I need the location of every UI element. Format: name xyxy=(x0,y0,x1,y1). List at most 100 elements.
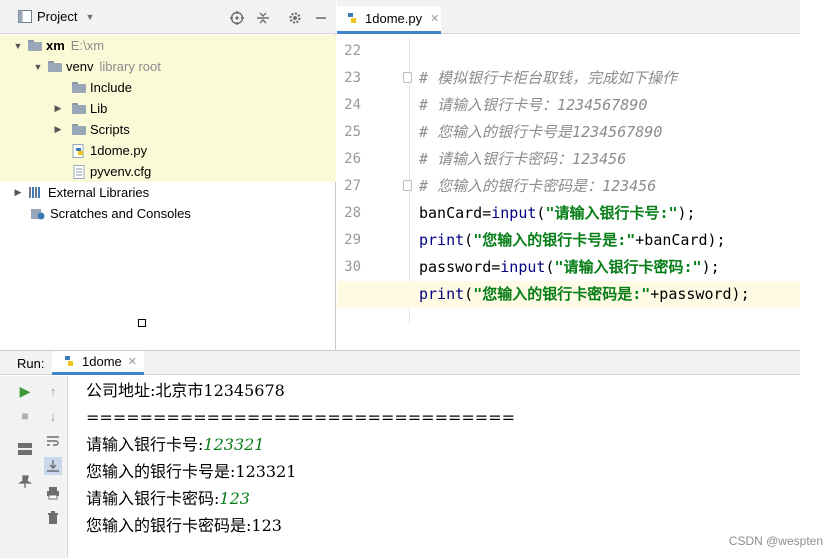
folder-icon xyxy=(72,103,86,114)
tree-item-label: Scripts xyxy=(90,122,130,137)
code-paren: ( xyxy=(464,285,474,303)
console-prompt: 请输入银行卡号: xyxy=(86,435,204,454)
run-tab-1dome[interactable]: 1dome ✕ xyxy=(52,351,144,375)
trash-icon[interactable] xyxy=(44,509,62,527)
tree-item-external-libraries[interactable]: ▶ External Libraries xyxy=(0,182,150,203)
close-icon[interactable]: ✕ xyxy=(430,12,439,25)
folder-icon xyxy=(48,61,62,72)
project-header: Project ▼ xyxy=(0,0,336,34)
tree-item-scratches[interactable]: Scratches and Consoles xyxy=(0,203,191,224)
code-paren: ( xyxy=(464,231,474,249)
code-line-27: # 您输入的银行卡密码是：123456 xyxy=(419,173,656,200)
tree-item-scripts[interactable]: ▶ Scripts xyxy=(0,119,336,140)
editor-tab-bar: 1dome.py ✕ xyxy=(337,0,800,34)
tree-item-note: library root xyxy=(99,59,161,74)
close-icon[interactable]: ✕ xyxy=(128,355,137,368)
code-string: "请输入银行卡号:" xyxy=(545,204,678,222)
code-comment: # 请输入银行卡号：1234567890 xyxy=(419,96,648,114)
line-number: 30 xyxy=(344,259,361,275)
tree-item-venv[interactable]: ▼ venv library root xyxy=(0,56,336,77)
code-line-28: banCard=input("请输入银行卡号:"); xyxy=(419,200,696,227)
line-number: 22 xyxy=(344,43,361,59)
stop-icon[interactable]: ■ xyxy=(16,407,34,425)
console-separator: ================================ xyxy=(86,408,515,427)
code-editor: 1dome.py ✕ 22 23 24 25 26 27 28 29 30 31… xyxy=(337,0,800,350)
run-side-strip xyxy=(0,376,8,558)
line-number: 28 xyxy=(344,205,361,221)
tree-item-label: xm xyxy=(46,38,65,53)
line-number: 27 xyxy=(344,178,361,194)
locate-icon[interactable] xyxy=(229,10,245,26)
tree-item-1dome-py[interactable]: 1dome.py xyxy=(0,140,336,161)
project-title: Project xyxy=(37,9,78,24)
pin-icon[interactable] xyxy=(16,473,34,491)
project-view-selector[interactable]: Project ▼ xyxy=(18,9,94,24)
console-user-input: 123 xyxy=(219,489,250,508)
gear-icon[interactable] xyxy=(287,10,303,26)
console-line: 您输入的银行卡号是:123321 xyxy=(86,462,297,481)
code-string: "您输入的银行卡号是:" xyxy=(473,231,636,249)
code-comment: # 您输入的银行卡号是1234567890 xyxy=(419,123,663,141)
chevron-right-icon: ▶ xyxy=(54,103,62,113)
code-line-29: print("您输入的银行卡号是:"+banCard); xyxy=(419,227,726,254)
code-rest: +password); xyxy=(650,285,750,303)
code-variable: password= xyxy=(419,258,501,276)
folder-icon xyxy=(72,124,86,135)
code-line-25: # 您输入的银行卡号是1234567890 xyxy=(419,119,662,146)
code-builtin: print xyxy=(419,285,465,303)
run-tab-label: 1dome xyxy=(82,354,122,369)
tree-item-label: Include xyxy=(90,80,132,95)
code-line-30: password=input("请输入银行卡密码:"); xyxy=(419,254,720,281)
tree-item-path: E:\xm xyxy=(70,38,105,53)
run-header: Run: 1dome ✕ xyxy=(0,350,800,375)
tree-item-xm[interactable]: ▼ xm E:\xm xyxy=(0,35,336,56)
run-toolbar: ▶ ↑ ■ ↓ xyxy=(8,376,68,558)
tree-item-pyvenv-cfg[interactable]: pyvenv.cfg xyxy=(0,161,336,182)
console-line: 您输入的银行卡密码是:123 xyxy=(86,516,282,535)
tree-item-lib[interactable]: ▶ Lib xyxy=(0,98,336,119)
tree-item-include[interactable]: Include xyxy=(0,77,336,98)
code-rest: +banCard); xyxy=(635,231,726,249)
chevron-down-icon: ▼ xyxy=(85,11,95,22)
arrow-down-icon[interactable]: ↓ xyxy=(44,407,62,425)
run-console[interactable]: 公司地址:北京市12345678 =======================… xyxy=(69,376,800,558)
tree-item-label: Lib xyxy=(90,101,108,116)
project-view-icon xyxy=(18,10,32,23)
collapse-all-icon[interactable] xyxy=(255,10,271,26)
code-line-23: # 模拟银行卡柜台取钱，完成如下操作 xyxy=(419,65,677,92)
soft-wrap-icon[interactable] xyxy=(44,432,62,450)
tree-item-label: 1dome.py xyxy=(90,143,148,158)
chevron-down-icon: ▼ xyxy=(33,61,43,72)
right-margin xyxy=(800,0,837,558)
code-area[interactable]: # 模拟银行卡柜台取钱，完成如下操作 # 请输入银行卡号：1234567890 … xyxy=(337,37,800,324)
console-user-input: 123321 xyxy=(203,435,265,454)
tab-1dome-py[interactable]: 1dome.py ✕ xyxy=(337,6,441,34)
code-builtin: input xyxy=(491,204,537,222)
library-icon xyxy=(29,187,40,198)
folder-icon xyxy=(72,82,86,93)
code-builtin: print xyxy=(419,231,465,249)
config-file-icon xyxy=(73,164,85,179)
code-comment: # 请输入银行卡密码：123456 xyxy=(419,150,627,168)
console-prompt: 请输入银行卡密码: xyxy=(86,489,220,508)
python-icon xyxy=(65,355,73,366)
project-panel: Project ▼ ▼ xm E:\xm ▼ venv library root… xyxy=(0,0,336,350)
code-line-24: # 请输入银行卡号：1234567890 xyxy=(419,92,647,119)
rerun-icon[interactable]: ▶ xyxy=(16,382,34,400)
chevron-right-icon: ▶ xyxy=(54,124,62,134)
tree-item-label: Scratches and Consoles xyxy=(50,206,191,221)
code-paren: ); xyxy=(701,258,720,276)
minimize-icon[interactable] xyxy=(313,10,329,26)
console-line: 请输入银行卡密码:123 xyxy=(86,485,250,512)
console-line: 请输入银行卡号:123321 xyxy=(86,431,264,458)
code-string: "您输入的银行卡密码是:" xyxy=(473,285,651,303)
scroll-to-end-icon[interactable] xyxy=(44,457,62,475)
console-line: 公司地址:北京市12345678 xyxy=(86,381,285,400)
layout-icon[interactable] xyxy=(16,440,34,458)
python-file-icon xyxy=(348,12,356,23)
tab-label: 1dome.py xyxy=(365,11,423,26)
arrow-up-icon[interactable]: ↑ xyxy=(44,382,62,400)
run-label: Run: xyxy=(17,356,45,371)
folder-icon xyxy=(28,40,42,51)
print-icon[interactable] xyxy=(44,484,62,502)
